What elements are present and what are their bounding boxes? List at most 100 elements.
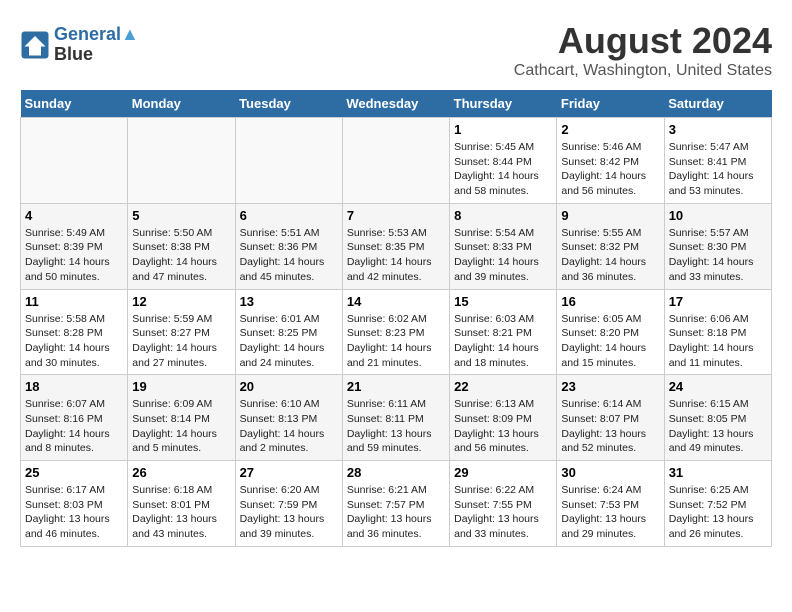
calendar-cell: 6 Sunrise: 5:51 AM Sunset: 8:36 PM Daylig… — [235, 203, 342, 289]
calendar-cell: 21 Sunrise: 6:11 AM Sunset: 8:11 PM Dayli… — [342, 375, 449, 461]
logo-line1: General — [54, 24, 121, 44]
calendar-cell — [21, 118, 128, 204]
calendar-cell — [342, 118, 449, 204]
day-info: Sunrise: 5:55 AM Sunset: 8:32 PM Dayligh… — [561, 226, 659, 285]
calendar-week-row: 11 Sunrise: 5:58 AM Sunset: 8:28 PM Dayli… — [21, 289, 772, 375]
day-number: 10 — [669, 208, 767, 223]
title-block: August 2024 Cathcart, Washington, United… — [514, 20, 772, 80]
day-number: 22 — [454, 379, 552, 394]
calendar-cell: 18Sunrise: 6:07 AM Sunset: 8:16 PM Dayli… — [21, 375, 128, 461]
day-info: Sunrise: 6:10 AM Sunset: 8:13 PM Dayligh… — [240, 397, 338, 456]
day-info: Sunrise: 6:18 AM Sunset: 8:01 PM Dayligh… — [132, 483, 230, 542]
day-number: 13 — [240, 294, 338, 309]
day-number: 6 — [240, 208, 338, 223]
weekday-header-row: SundayMondayTuesdayWednesdayThursdayFrid… — [21, 90, 772, 118]
day-info: Sunrise: 5:58 AM Sunset: 8:28 PM Dayligh… — [25, 312, 123, 371]
calendar-week-row: 4Sunrise: 5:49 AM Sunset: 8:39 PM Daylig… — [21, 203, 772, 289]
day-number: 2 — [561, 122, 659, 137]
day-number: 16 — [561, 294, 659, 309]
page-subtitle: Cathcart, Washington, United States — [514, 62, 772, 80]
calendar-cell: 14 Sunrise: 6:02 AM Sunset: 8:23 PM Dayli… — [342, 289, 449, 375]
calendar-week-row: 25Sunrise: 6:17 AM Sunset: 8:03 PM Dayli… — [21, 461, 772, 547]
day-info: Sunrise: 5:47 AM Sunset: 8:41 PM Dayligh… — [669, 140, 767, 199]
calendar-cell: 17Sunrise: 6:06 AM Sunset: 8:18 PM Dayli… — [664, 289, 771, 375]
calendar-cell: 25Sunrise: 6:17 AM Sunset: 8:03 PM Dayli… — [21, 461, 128, 547]
calendar-cell: 26 Sunrise: 6:18 AM Sunset: 8:01 PM Dayli… — [128, 461, 235, 547]
calendar-cell: 31Sunrise: 6:25 AM Sunset: 7:52 PM Dayli… — [664, 461, 771, 547]
day-info: Sunrise: 5:50 AM Sunset: 8:38 PM Dayligh… — [132, 226, 230, 285]
calendar-cell: 11 Sunrise: 5:58 AM Sunset: 8:28 PM Dayli… — [21, 289, 128, 375]
day-number: 19 — [132, 379, 230, 394]
weekday-header-tuesday: Tuesday — [235, 90, 342, 118]
calendar-week-row: 18Sunrise: 6:07 AM Sunset: 8:16 PM Dayli… — [21, 375, 772, 461]
calendar-cell: 20 Sunrise: 6:10 AM Sunset: 8:13 PM Dayli… — [235, 375, 342, 461]
day-number: 4 — [25, 208, 123, 223]
day-number: 11 — [25, 294, 123, 309]
calendar-cell: 3 Sunrise: 5:47 AM Sunset: 8:41 PM Daylig… — [664, 118, 771, 204]
day-info: Sunrise: 6:20 AM Sunset: 7:59 PM Dayligh… — [240, 483, 338, 542]
weekday-header-monday: Monday — [128, 90, 235, 118]
day-info: Sunrise: 6:21 AM Sunset: 7:57 PM Dayligh… — [347, 483, 445, 542]
calendar-cell — [128, 118, 235, 204]
day-number: 27 — [240, 465, 338, 480]
day-number: 23 — [561, 379, 659, 394]
calendar-cell: 29 Sunrise: 6:22 AM Sunset: 7:55 PM Dayli… — [450, 461, 557, 547]
calendar-cell: 30 Sunrise: 6:24 AM Sunset: 7:53 PM Dayli… — [557, 461, 664, 547]
day-number: 21 — [347, 379, 445, 394]
weekday-header-saturday: Saturday — [664, 90, 771, 118]
day-info: Sunrise: 6:06 AM Sunset: 8:18 PM Dayligh… — [669, 312, 767, 371]
day-info: Sunrise: 6:15 AM Sunset: 8:05 PM Dayligh… — [669, 397, 767, 456]
calendar-cell: 4Sunrise: 5:49 AM Sunset: 8:39 PM Daylig… — [21, 203, 128, 289]
day-info: Sunrise: 5:57 AM Sunset: 8:30 PM Dayligh… — [669, 226, 767, 285]
logo-line2: Blue — [54, 45, 139, 65]
day-info: Sunrise: 5:53 AM Sunset: 8:35 PM Dayligh… — [347, 226, 445, 285]
day-info: Sunrise: 6:02 AM Sunset: 8:23 PM Dayligh… — [347, 312, 445, 371]
calendar-cell: 24 Sunrise: 6:15 AM Sunset: 8:05 PM Dayli… — [664, 375, 771, 461]
weekday-header-thursday: Thursday — [450, 90, 557, 118]
calendar-cell: 1Sunrise: 5:45 AM Sunset: 8:44 PM Daylig… — [450, 118, 557, 204]
day-number: 12 — [132, 294, 230, 309]
day-info: Sunrise: 6:24 AM Sunset: 7:53 PM Dayligh… — [561, 483, 659, 542]
day-number: 30 — [561, 465, 659, 480]
day-number: 20 — [240, 379, 338, 394]
weekday-header-wednesday: Wednesday — [342, 90, 449, 118]
calendar-cell: 12 Sunrise: 5:59 AM Sunset: 8:27 PM Dayli… — [128, 289, 235, 375]
calendar-cell: 8 Sunrise: 5:54 AM Sunset: 8:33 PM Daylig… — [450, 203, 557, 289]
calendar-cell: 15Sunrise: 6:03 AM Sunset: 8:21 PM Dayli… — [450, 289, 557, 375]
day-info: Sunrise: 6:11 AM Sunset: 8:11 PM Dayligh… — [347, 397, 445, 456]
calendar-cell: 5 Sunrise: 5:50 AM Sunset: 8:38 PM Daylig… — [128, 203, 235, 289]
day-info: Sunrise: 5:59 AM Sunset: 8:27 PM Dayligh… — [132, 312, 230, 371]
day-info: Sunrise: 6:09 AM Sunset: 8:14 PM Dayligh… — [132, 397, 230, 456]
day-info: Sunrise: 6:07 AM Sunset: 8:16 PM Dayligh… — [25, 397, 123, 456]
calendar-cell: 10 Sunrise: 5:57 AM Sunset: 8:30 PM Dayli… — [664, 203, 771, 289]
calendar-cell: 9 Sunrise: 5:55 AM Sunset: 8:32 PM Daylig… — [557, 203, 664, 289]
day-info: Sunrise: 6:22 AM Sunset: 7:55 PM Dayligh… — [454, 483, 552, 542]
day-number: 1 — [454, 122, 552, 137]
day-number: 3 — [669, 122, 767, 137]
day-number: 29 — [454, 465, 552, 480]
calendar-cell: 16 Sunrise: 6:05 AM Sunset: 8:20 PM Dayli… — [557, 289, 664, 375]
day-number: 9 — [561, 208, 659, 223]
day-info: Sunrise: 6:13 AM Sunset: 8:09 PM Dayligh… — [454, 397, 552, 456]
logo-text: General▲ Blue — [54, 25, 139, 65]
calendar-table: SundayMondayTuesdayWednesdayThursdayFrid… — [20, 90, 772, 547]
day-number: 26 — [132, 465, 230, 480]
calendar-cell: 2Sunrise: 5:46 AM Sunset: 8:42 PM Daylig… — [557, 118, 664, 204]
day-number: 14 — [347, 294, 445, 309]
calendar-cell: 19 Sunrise: 6:09 AM Sunset: 8:14 PM Dayli… — [128, 375, 235, 461]
calendar-cell — [235, 118, 342, 204]
day-info: Sunrise: 6:17 AM Sunset: 8:03 PM Dayligh… — [25, 483, 123, 542]
calendar-cell: 28Sunrise: 6:21 AM Sunset: 7:57 PM Dayli… — [342, 461, 449, 547]
day-info: Sunrise: 6:05 AM Sunset: 8:20 PM Dayligh… — [561, 312, 659, 371]
logo-icon — [20, 30, 50, 60]
day-info: Sunrise: 6:01 AM Sunset: 8:25 PM Dayligh… — [240, 312, 338, 371]
day-info: Sunrise: 5:51 AM Sunset: 8:36 PM Dayligh… — [240, 226, 338, 285]
day-number: 24 — [669, 379, 767, 394]
day-info: Sunrise: 5:54 AM Sunset: 8:33 PM Dayligh… — [454, 226, 552, 285]
logo: General▲ Blue — [20, 25, 139, 65]
day-info: Sunrise: 6:25 AM Sunset: 7:52 PM Dayligh… — [669, 483, 767, 542]
day-number: 5 — [132, 208, 230, 223]
calendar-cell: 7Sunrise: 5:53 AM Sunset: 8:35 PM Daylig… — [342, 203, 449, 289]
calendar-cell: 27 Sunrise: 6:20 AM Sunset: 7:59 PM Dayli… — [235, 461, 342, 547]
day-number: 8 — [454, 208, 552, 223]
